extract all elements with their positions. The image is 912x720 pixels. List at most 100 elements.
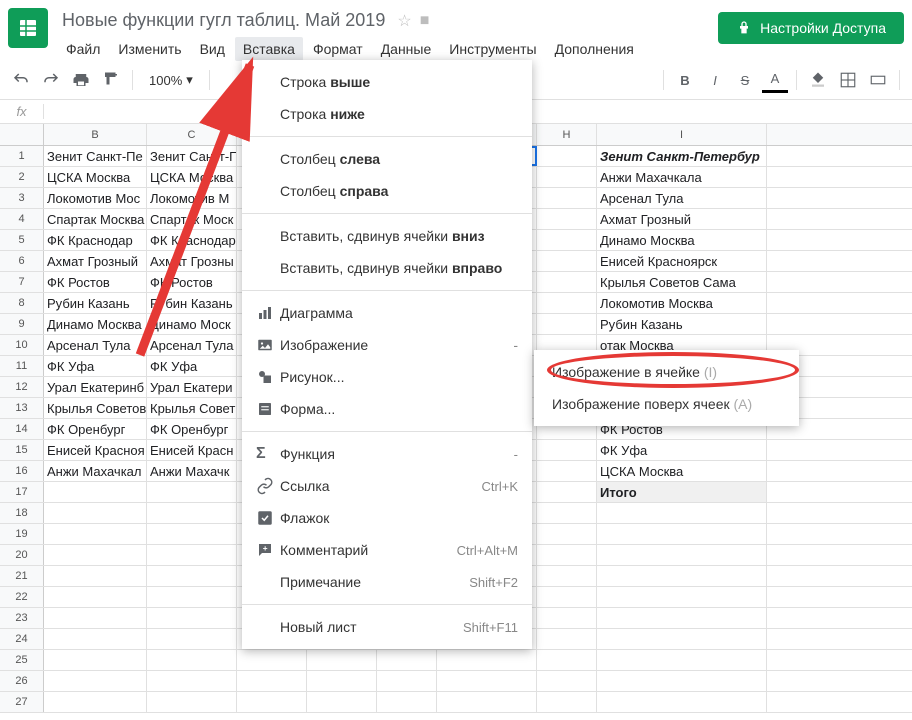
cell[interactable] — [537, 650, 597, 670]
row-header[interactable]: 6 — [0, 251, 44, 271]
cell[interactable]: Ахмат Грозный — [44, 251, 147, 271]
cell[interactable] — [537, 587, 597, 607]
cell[interactable] — [537, 503, 597, 523]
row-header[interactable]: 18 — [0, 503, 44, 523]
cell[interactable]: Енисей Красноярск — [597, 251, 767, 271]
row-header[interactable]: 24 — [0, 629, 44, 649]
menu-данные[interactable]: Данные — [373, 37, 440, 61]
cell[interactable] — [147, 650, 237, 670]
cell[interactable] — [377, 671, 437, 691]
row-header[interactable]: 21 — [0, 566, 44, 586]
print-button[interactable] — [68, 67, 94, 93]
share-button[interactable]: Настройки Доступа — [718, 12, 904, 44]
document-title[interactable]: Новые функции гугл таблиц. Май 2019 — [58, 8, 389, 33]
cell[interactable]: ФК Ростов — [44, 272, 147, 292]
paint-format-button[interactable] — [98, 67, 124, 93]
cell[interactable] — [537, 251, 597, 271]
menu-item[interactable]: Строка выше — [242, 66, 532, 98]
cell[interactable]: Анжи Махачкал — [44, 461, 147, 481]
row-header[interactable]: 5 — [0, 230, 44, 250]
cell[interactable] — [237, 650, 307, 670]
menu-дополнения[interactable]: Дополнения — [547, 37, 642, 61]
cell[interactable]: ФК Краснодар — [147, 230, 237, 250]
menu-item[interactable]: СсылкаCtrl+K — [242, 470, 532, 502]
cell[interactable] — [147, 566, 237, 586]
submenu-item[interactable]: Изображение поверх ячеек (A) — [534, 388, 799, 420]
row-header[interactable]: 13 — [0, 398, 44, 418]
row-header[interactable]: 25 — [0, 650, 44, 670]
cell[interactable] — [147, 545, 237, 565]
menu-item[interactable]: Новый листShift+F11 — [242, 611, 532, 643]
cell[interactable]: Локомотив Мос — [44, 188, 147, 208]
cell[interactable] — [147, 482, 237, 502]
cell[interactable]: Урал Екатеринб — [44, 377, 147, 397]
cell[interactable] — [537, 482, 597, 502]
row-header[interactable]: 17 — [0, 482, 44, 502]
cell[interactable] — [307, 692, 377, 712]
cell[interactable]: Рубин Казань — [597, 314, 767, 334]
row-header[interactable]: 20 — [0, 545, 44, 565]
menu-item[interactable]: Флажок — [242, 502, 532, 534]
cell[interactable] — [44, 692, 147, 712]
column-header[interactable]: I — [597, 124, 767, 145]
cell[interactable]: Зенит Санкт-Петербур — [597, 146, 767, 166]
row-header[interactable]: 26 — [0, 671, 44, 691]
cell[interactable] — [147, 608, 237, 628]
cell[interactable] — [307, 671, 377, 691]
cell[interactable]: Динамо Москва — [597, 230, 767, 250]
cell[interactable] — [537, 209, 597, 229]
cell[interactable]: Арсенал Тула — [44, 335, 147, 355]
cell[interactable] — [147, 524, 237, 544]
cell[interactable] — [597, 503, 767, 523]
menu-item[interactable]: Столбец справа — [242, 175, 532, 207]
row-header[interactable]: 7 — [0, 272, 44, 292]
cell[interactable]: Крылья Советов Сама — [597, 272, 767, 292]
cell[interactable]: ФК Оренбург — [44, 419, 147, 439]
cell[interactable]: Крылья Советов — [44, 398, 147, 418]
cell[interactable]: Арсенал Тула — [147, 335, 237, 355]
fill-color-button[interactable] — [805, 67, 831, 93]
cell[interactable] — [597, 629, 767, 649]
cell[interactable]: Енисей Красноя — [44, 440, 147, 460]
row-header[interactable]: 2 — [0, 167, 44, 187]
row-header[interactable]: 8 — [0, 293, 44, 313]
cell[interactable] — [147, 503, 237, 523]
cell[interactable]: ФК Уфа — [147, 356, 237, 376]
row-header[interactable]: 27 — [0, 692, 44, 712]
column-header[interactable] — [0, 124, 44, 145]
star-icon[interactable]: ☆ — [397, 11, 411, 31]
cell[interactable] — [537, 293, 597, 313]
cell[interactable]: Енисей Красн — [147, 440, 237, 460]
menu-вставка[interactable]: Вставка — [235, 37, 303, 61]
menu-item[interactable]: Вставить, сдвинув ячейки вниз — [242, 220, 532, 252]
cell[interactable]: ФК Ростов — [147, 272, 237, 292]
row-header[interactable]: 14 — [0, 419, 44, 439]
cell[interactable] — [147, 587, 237, 607]
column-header[interactable]: C — [147, 124, 237, 145]
row-header[interactable]: 16 — [0, 461, 44, 481]
cell[interactable] — [537, 188, 597, 208]
cell[interactable]: Ахмат Грозны — [147, 251, 237, 271]
bold-button[interactable]: B — [672, 67, 698, 93]
menu-item[interactable]: Столбец слева — [242, 143, 532, 175]
merge-button[interactable] — [865, 67, 891, 93]
menu-item[interactable]: Вставить, сдвинув ячейки вправо — [242, 252, 532, 284]
cell[interactable]: Рубин Казань — [44, 293, 147, 313]
cell[interactable] — [537, 461, 597, 481]
cell[interactable] — [537, 230, 597, 250]
cell[interactable] — [537, 545, 597, 565]
menu-item[interactable]: +КомментарийCtrl+Alt+M — [242, 534, 532, 566]
cell[interactable] — [537, 608, 597, 628]
cell[interactable]: ЦСКА Москва — [147, 167, 237, 187]
row-header[interactable]: 3 — [0, 188, 44, 208]
cell[interactable]: Спартак Моск — [147, 209, 237, 229]
cell[interactable] — [44, 650, 147, 670]
cell[interactable] — [537, 524, 597, 544]
redo-button[interactable] — [38, 67, 64, 93]
cell[interactable] — [44, 608, 147, 628]
cell[interactable]: Спартак Москва — [44, 209, 147, 229]
cell[interactable]: ЦСКА Москва — [597, 461, 767, 481]
column-header[interactable]: B — [44, 124, 147, 145]
cell[interactable]: ФК Уфа — [44, 356, 147, 376]
submenu-item[interactable]: Изображение в ячейке (I) — [534, 356, 799, 388]
